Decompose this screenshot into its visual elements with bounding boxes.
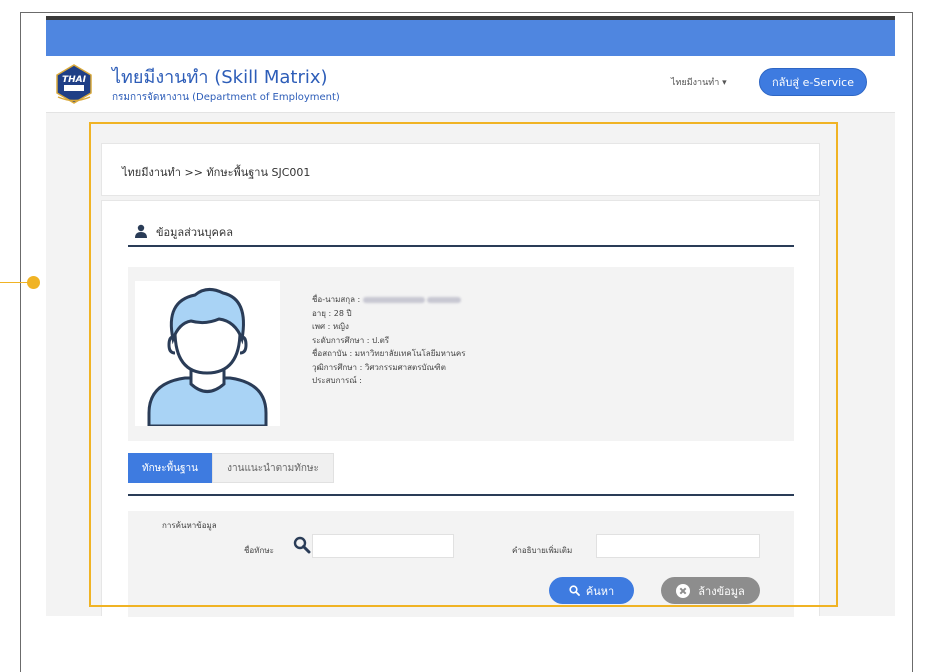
nav-menu-dropdown[interactable]: ไทยมีงานทำ ▾ <box>671 75 727 89</box>
app-title: ไทยมีงานทำ (Skill Matrix) <box>112 67 328 88</box>
site-header: THAI ไทยมีงานทำ (Skill Matrix) กรมการจัด… <box>46 56 895 113</box>
svg-text:THAI: THAI <box>62 75 87 85</box>
highlight-box <box>89 122 838 607</box>
top-banner <box>46 20 895 56</box>
callout-dot <box>27 276 40 289</box>
eservice-button[interactable]: กลับสู่ e-Service <box>759 68 867 96</box>
thai-logo-icon[interactable]: THAI <box>54 64 94 104</box>
app-subtitle: กรมการจัดหางาน (Department of Employment… <box>112 92 340 103</box>
